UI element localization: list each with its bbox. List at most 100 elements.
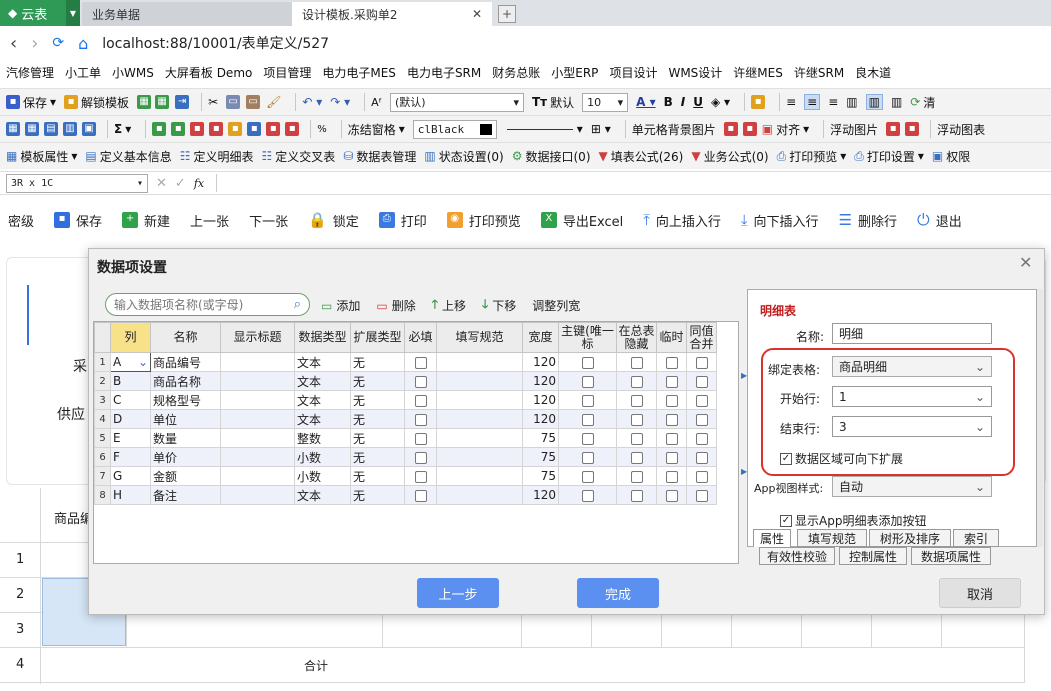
next-button[interactable]: 下一张 (249, 211, 288, 230)
extension-type-cell[interactable]: 无 (350, 352, 405, 372)
bookmark-item[interactable]: 许继MES (733, 64, 783, 81)
checkbox[interactable] (695, 432, 708, 445)
temporary-cell[interactable] (656, 466, 687, 486)
required-cell[interactable] (404, 447, 437, 467)
bookmark-item[interactable]: 项目管理 (263, 64, 311, 81)
formula-input[interactable] (216, 174, 1051, 192)
merge-same-cell[interactable] (686, 485, 717, 505)
row-number-cell[interactable]: 5 (94, 428, 111, 448)
chevron-down-icon[interactable]: ▾ (577, 122, 583, 136)
column-letter-cell[interactable]: G (110, 466, 151, 486)
display-title-cell[interactable] (220, 352, 295, 372)
checkbox[interactable] (630, 470, 643, 483)
tab-properties[interactable]: 属性 (753, 529, 791, 547)
underline-icon[interactable]: U (693, 95, 703, 109)
display-title-cell[interactable] (220, 428, 295, 448)
define-basic-tool[interactable]: ▤ 定义基本信息 (85, 148, 171, 165)
fill-spec-cell[interactable] (436, 352, 523, 372)
format-painter-icon[interactable]: 🖌 (266, 95, 281, 109)
add-button[interactable]: ▭ 添加 (321, 297, 360, 314)
name-cell[interactable]: 单位 (150, 409, 221, 429)
line-style-select[interactable] (506, 128, 573, 130)
fill-spec-cell[interactable] (436, 409, 523, 429)
align-right-icon[interactable]: ≡ (828, 95, 838, 109)
data-type-cell[interactable]: 文本 (294, 390, 351, 410)
name-cell[interactable]: 商品名称 (150, 371, 221, 391)
permissions-tool[interactable]: ▣ 权限 (932, 148, 970, 165)
checkbox[interactable] (665, 356, 678, 369)
search-input[interactable]: 输入数据项名称(或字母) ⌕ (105, 293, 310, 316)
column-header[interactable]: 同值合并 (686, 322, 717, 353)
table-row[interactable]: 2 B 商品名称 文本无 120 (94, 371, 717, 391)
data-type-cell[interactable]: 小数 (294, 466, 351, 486)
table-row[interactable]: 6 F 单价 小数无 75 (94, 447, 717, 467)
freeze-panes-tool[interactable]: 冻结窗格 ▾ (348, 121, 405, 138)
checkbox[interactable] (665, 470, 678, 483)
required-cell[interactable] (404, 428, 437, 448)
font-size-select[interactable]: 10 ▾ (582, 92, 629, 112)
function-icon[interactable]: fx (194, 177, 204, 190)
print-button[interactable]: ⎙ 打印 (378, 211, 427, 230)
vertical-lines-icon[interactable]: ▥ (891, 95, 902, 109)
temporary-cell[interactable] (656, 371, 687, 391)
width-cell[interactable]: 75 (522, 466, 559, 486)
close-icon[interactable]: ✕ (1019, 253, 1032, 272)
checkbox[interactable] (695, 451, 708, 464)
bookmark-item[interactable]: 项目设计 (609, 64, 657, 81)
distribute-icon[interactable]: ▥ (846, 95, 857, 109)
add-float-icon[interactable]: ▪ (886, 122, 901, 136)
checkbox[interactable] (695, 394, 708, 407)
checkbox[interactable] (630, 394, 643, 407)
width-cell[interactable]: 120 (522, 409, 559, 429)
column-header[interactable]: 数据类型 (294, 322, 351, 353)
checkbox[interactable] (630, 356, 643, 369)
import-icon[interactable]: ▦ (155, 95, 170, 109)
column-letter-cell[interactable]: E (110, 428, 151, 448)
column-header[interactable]: 显示标题 (220, 322, 295, 353)
hide-in-summary-cell[interactable] (616, 409, 657, 429)
primary-key-cell[interactable] (558, 371, 617, 391)
required-cell[interactable] (404, 390, 437, 410)
add-image-icon[interactable]: ▪ (723, 122, 738, 136)
grid-icon[interactable]: ▦ (6, 122, 20, 136)
chevron-down-icon[interactable]: ⌄ (138, 355, 148, 369)
tab-data-item-props[interactable]: 数据项属性 (911, 547, 991, 565)
bold-icon[interactable]: B (664, 95, 673, 109)
data-type-cell[interactable]: 小数 (294, 447, 351, 467)
checkbox[interactable] (581, 375, 594, 388)
app-button-checkbox-row[interactable]: ✓ 显示App明细表添加按钮 (780, 512, 926, 529)
template-props-tool[interactable]: ▦ 模板属性 ▾ (6, 148, 77, 165)
tab-business-docs[interactable]: 业务单据 (82, 2, 292, 26)
url-text[interactable]: localhost:88/10001/表单定义/527 (102, 33, 329, 53)
table-row[interactable]: 7 G 金额 小数无 75 (94, 466, 717, 486)
merge-same-cell[interactable] (686, 447, 717, 467)
table-row[interactable]: 3 C 规格型号 文本无 120 (94, 390, 717, 410)
merge-icon[interactable]: ▣ (82, 122, 96, 136)
checkbox[interactable] (695, 489, 708, 502)
cell-background-tool[interactable]: 单元格背景图片 (632, 121, 716, 138)
display-title-cell[interactable] (220, 466, 295, 486)
float-chart-tool[interactable]: 浮动图表 (937, 121, 985, 138)
checkbox[interactable] (695, 413, 708, 426)
unlock-template-tool[interactable]: ▪ 解锁模板 (64, 94, 129, 111)
checkbox[interactable] (414, 356, 427, 369)
delete-row-button[interactable]: ☰ 删除行 (839, 211, 897, 230)
column-letter-cell[interactable]: D (110, 409, 151, 429)
checkbox[interactable] (581, 432, 594, 445)
width-cell[interactable]: 120 (522, 352, 559, 372)
primary-key-cell[interactable] (558, 409, 617, 429)
delete-row-icon[interactable]: ▪ (190, 122, 205, 136)
width-cell[interactable]: 75 (522, 447, 559, 467)
row-number-cell[interactable]: 2 (94, 371, 111, 391)
data-type-cell[interactable]: 文本 (294, 352, 351, 372)
bookmark-item[interactable]: 电力电子SRM (407, 64, 481, 81)
fill-formula-tool[interactable]: ▼ 填表公式(26) (599, 148, 684, 165)
name-cell[interactable]: 单价 (150, 447, 221, 467)
required-cell[interactable] (404, 371, 437, 391)
bookmark-item[interactable]: 电力电子MES (322, 64, 396, 81)
checkbox[interactable] (414, 375, 427, 388)
row-number-cell[interactable]: 6 (94, 447, 111, 467)
panel-scrollbar[interactable] (1037, 289, 1043, 547)
app-style-select[interactable]: 自动 ⌄ (832, 476, 992, 497)
checkbox[interactable] (630, 375, 643, 388)
